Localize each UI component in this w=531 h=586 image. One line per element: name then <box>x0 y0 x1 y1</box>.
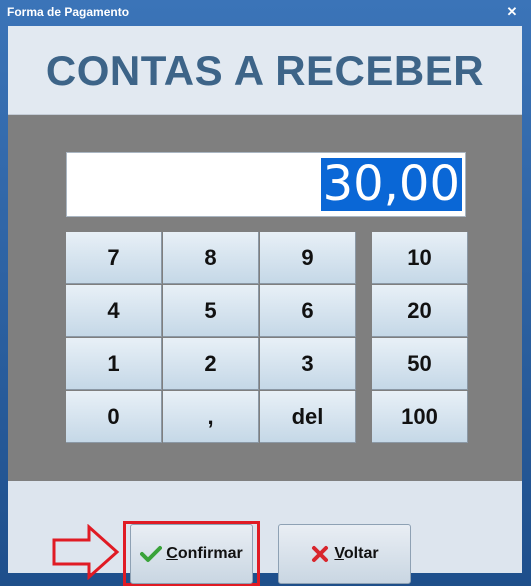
key-5[interactable]: 5 <box>163 285 259 337</box>
amount-key-20[interactable]: 20 <box>372 285 468 337</box>
payment-window: Forma de Pagamento ✕ CONTAS A RECEBER 30… <box>0 0 531 586</box>
key-2[interactable]: 2 <box>163 338 259 390</box>
amount-value: 30,00 <box>320 156 462 212</box>
check-icon <box>140 546 163 562</box>
close-icon[interactable]: ✕ <box>505 5 519 19</box>
page-title: CONTAS A RECEBER <box>45 47 485 94</box>
key-0[interactable]: 0 <box>66 391 162 443</box>
key-del[interactable]: del <box>260 391 356 443</box>
amount-display[interactable]: 30,00 <box>66 152 466 217</box>
title-bar: Forma de Pagamento ✕ <box>0 0 531 26</box>
footer-panel: Confirmar Voltar <box>8 481 522 586</box>
amount-key-50[interactable]: 50 <box>372 338 468 390</box>
key-4[interactable]: 4 <box>66 285 162 337</box>
amount-key-100[interactable]: 100 <box>372 391 468 443</box>
key-7[interactable]: 7 <box>66 232 162 284</box>
arrow-right-icon <box>52 524 120 580</box>
key-1[interactable]: 1 <box>66 338 162 390</box>
header-panel: CONTAS A RECEBER <box>8 26 522 115</box>
key-6[interactable]: 6 <box>260 285 356 337</box>
back-button[interactable]: Voltar <box>278 524 411 584</box>
confirm-button[interactable]: Confirmar <box>130 524 253 584</box>
key-3[interactable]: 3 <box>260 338 356 390</box>
confirm-button-label: Confirmar <box>166 545 243 562</box>
keypad-panel: 30,00 7 8 9 4 5 6 1 2 3 0 , del 10 20 50… <box>8 115 522 481</box>
key-9[interactable]: 9 <box>260 232 356 284</box>
window-client: CONTAS A RECEBER 30,00 7 8 9 4 5 6 1 2 3… <box>8 26 522 586</box>
amount-key-10[interactable]: 10 <box>372 232 468 284</box>
key-8[interactable]: 8 <box>163 232 259 284</box>
key-comma[interactable]: , <box>163 391 259 443</box>
window-title: Forma de Pagamento <box>7 5 130 19</box>
close-x-icon <box>312 546 329 562</box>
back-button-label: Voltar <box>334 545 379 562</box>
